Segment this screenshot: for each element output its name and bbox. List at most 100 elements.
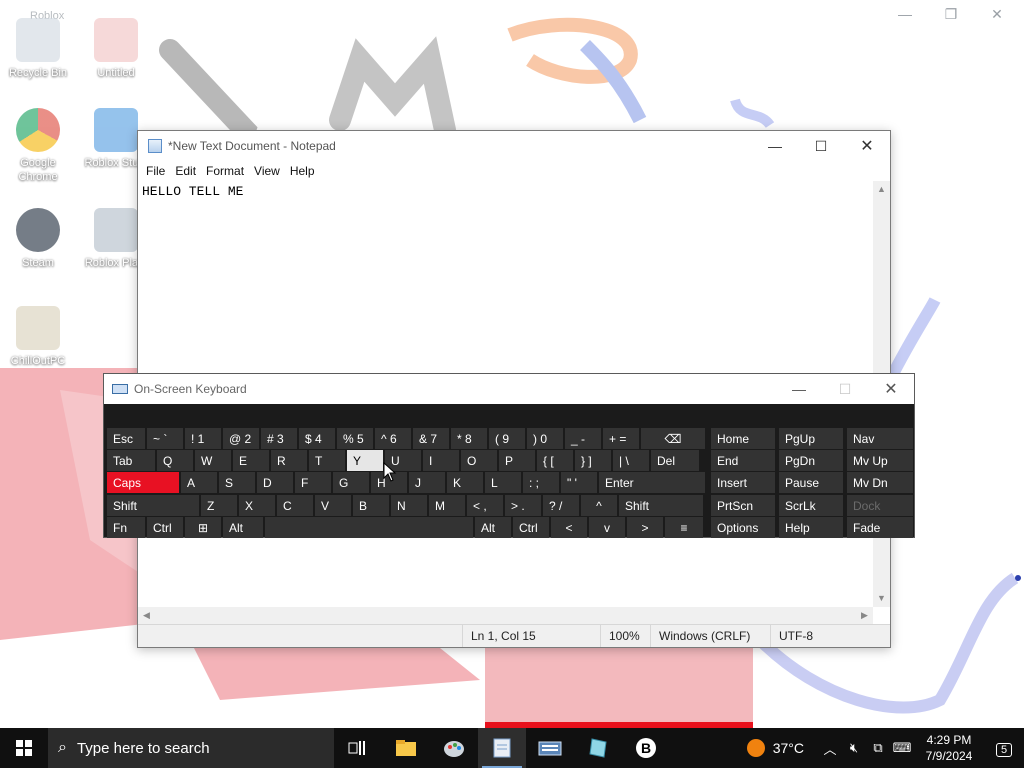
close-icon[interactable]: ✕	[988, 6, 1006, 23]
key-b[interactable]: B	[353, 495, 389, 516]
key-z[interactable]: Z	[201, 495, 237, 516]
scroll-right-icon[interactable]: ▶	[856, 607, 873, 624]
key-enter[interactable]: Enter	[599, 472, 705, 493]
key-end[interactable]: End	[711, 450, 775, 471]
maximize-button[interactable]: ☐	[798, 131, 844, 161]
desktop-icon-chilloutpc[interactable]: ChillOutPC	[6, 306, 70, 368]
key-space[interactable]: { [	[537, 450, 573, 471]
key-space[interactable]: >	[627, 517, 663, 538]
key-r[interactable]: R	[271, 450, 307, 471]
osk-maximize-button[interactable]: ☐	[822, 374, 868, 404]
menu-file[interactable]: File	[142, 164, 171, 178]
key-6[interactable]: ^ 6	[375, 428, 411, 449]
osk-minimize-button[interactable]: —	[776, 374, 822, 404]
key-o[interactable]: O	[461, 450, 497, 471]
taskbar-paint[interactable]	[430, 728, 478, 768]
key-space[interactable]: ≡	[665, 517, 703, 538]
key-prtscn[interactable]: PrtScn	[711, 495, 775, 516]
taskbar-notepad[interactable]	[478, 728, 526, 768]
minimize-icon[interactable]: —	[896, 6, 914, 23]
notification-center-icon[interactable]: 5	[984, 740, 1024, 757]
key-pgup[interactable]: PgUp	[779, 428, 843, 449]
key-space[interactable]: } ]	[575, 450, 611, 471]
desktop-icon-untitled[interactable]: Untitled	[84, 18, 148, 80]
osk-titlebar[interactable]: On-Screen Keyboard — ☐ ✕	[104, 374, 914, 404]
key-space[interactable]	[265, 517, 473, 538]
key-f[interactable]: F	[295, 472, 331, 493]
key-options[interactable]: Options	[711, 517, 775, 538]
show-hidden-icons-icon[interactable]: ︿	[818, 739, 842, 758]
key-shift[interactable]: Shift	[619, 495, 703, 516]
key-e[interactable]: E	[233, 450, 269, 471]
key-5[interactable]: % 5	[337, 428, 373, 449]
key-mv-up[interactable]: Mv Up	[847, 450, 913, 471]
key-help[interactable]: Help	[779, 517, 843, 538]
osk-close-button[interactable]: ✕	[868, 374, 914, 404]
scroll-up-icon[interactable]: ▲	[873, 181, 890, 198]
menu-format[interactable]: Format	[202, 164, 250, 178]
key-q[interactable]: Q	[157, 450, 193, 471]
key-alt[interactable]: Alt	[223, 517, 263, 538]
restore-icon[interactable]: ❐	[942, 6, 960, 23]
key-k[interactable]: K	[447, 472, 483, 493]
menu-view[interactable]: View	[250, 164, 286, 178]
key-fade[interactable]: Fade	[847, 517, 913, 538]
key-del[interactable]: Del	[651, 450, 699, 471]
key-esc[interactable]: Esc	[107, 428, 145, 449]
weather-widget[interactable]: 37°C	[746, 739, 804, 757]
key-space[interactable]: _ -	[565, 428, 601, 449]
key-m[interactable]: M	[429, 495, 465, 516]
on-screen-keyboard-window[interactable]: On-Screen Keyboard — ☐ ✕ Esc ~ `! 1 @ 2 # 3…	[103, 373, 915, 538]
desktop-icon-chrome[interactable]: Google Chrome	[6, 108, 70, 184]
key-0[interactable]: ) 0	[527, 428, 563, 449]
key-7[interactable]: & 7	[413, 428, 449, 449]
menu-edit[interactable]: Edit	[171, 164, 202, 178]
taskbar-clock[interactable]: 4:29 PM 7/9/2024	[914, 732, 984, 764]
key-w[interactable]: W	[195, 450, 231, 471]
taskbar-search[interactable]: ⌕ Type here to search	[48, 728, 334, 768]
key-t[interactable]: T	[309, 450, 345, 471]
key-4[interactable]: $ 4	[299, 428, 335, 449]
notepad-titlebar[interactable]: *New Text Document - Notepad — ☐ ✕	[138, 131, 890, 161]
key-space[interactable]: " '	[561, 472, 597, 493]
key-space[interactable]: | \	[613, 450, 649, 471]
key-g[interactable]: G	[333, 472, 369, 493]
key-d[interactable]: D	[257, 472, 293, 493]
key-shift[interactable]: Shift	[107, 495, 199, 516]
key-scrlk[interactable]: ScrLk	[779, 495, 843, 516]
taskbar-roblox[interactable]	[574, 728, 622, 768]
scroll-down-icon[interactable]: ▼	[873, 590, 890, 607]
horizontal-scrollbar[interactable]: ◀ ▶	[138, 607, 873, 624]
key-space[interactable]: ? /	[543, 495, 579, 516]
key-space[interactable]: ⊞	[185, 517, 221, 538]
key-ctrl[interactable]: Ctrl	[147, 517, 183, 538]
key-space[interactable]: ^	[581, 495, 617, 516]
key-y[interactable]: Y	[347, 450, 383, 471]
key-space[interactable]: <	[551, 517, 587, 538]
key-home[interactable]: Home	[711, 428, 775, 449]
key-insert[interactable]: Insert	[711, 472, 775, 493]
keyboard-layout-icon[interactable]: ⌨	[890, 740, 914, 756]
scroll-left-icon[interactable]: ◀	[138, 607, 155, 624]
key-nav[interactable]: Nav	[847, 428, 913, 449]
key-space[interactable]: ~ `	[147, 428, 183, 449]
key-2[interactable]: @ 2	[223, 428, 259, 449]
key-fn[interactable]: Fn	[107, 517, 145, 538]
key-space[interactable]: + =	[603, 428, 639, 449]
key-mv-dn[interactable]: Mv Dn	[847, 472, 913, 493]
taskbar-osk[interactable]	[526, 728, 574, 768]
taskbar-file-explorer[interactable]	[382, 728, 430, 768]
task-view-button[interactable]	[334, 728, 382, 768]
key-j[interactable]: J	[409, 472, 445, 493]
key-v[interactable]: v	[589, 517, 625, 538]
key-a[interactable]: A	[181, 472, 217, 493]
key-caps[interactable]: Caps	[107, 472, 179, 493]
key-space[interactable]: < ,	[467, 495, 503, 516]
key-alt[interactable]: Alt	[475, 517, 511, 538]
key-n[interactable]: N	[391, 495, 427, 516]
menu-help[interactable]: Help	[286, 164, 321, 178]
key-p[interactable]: P	[499, 450, 535, 471]
key-3[interactable]: # 3	[261, 428, 297, 449]
close-button[interactable]: ✕	[844, 131, 890, 161]
key-space[interactable]: > .	[505, 495, 541, 516]
